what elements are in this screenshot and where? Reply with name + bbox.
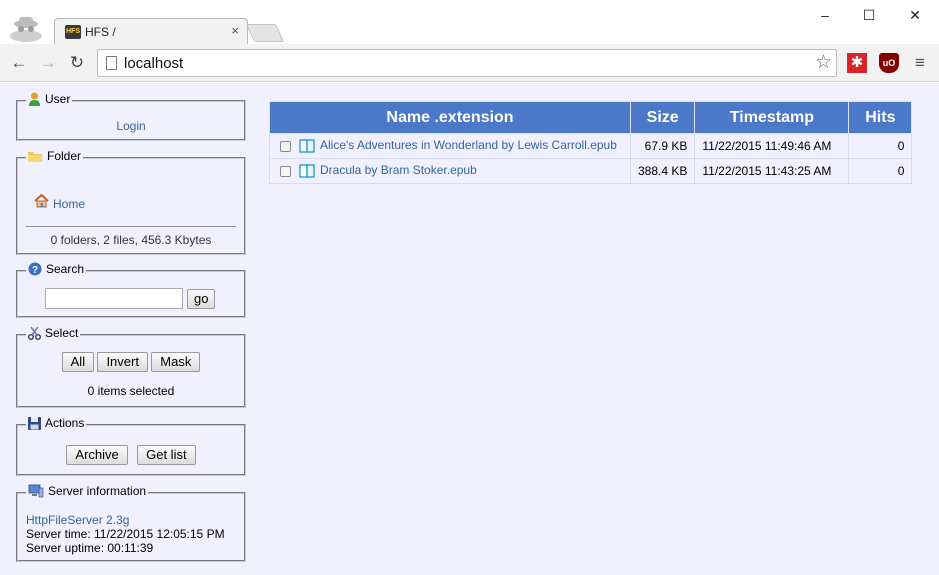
reload-icon[interactable]: ↻ bbox=[66, 52, 88, 74]
server-info-legend-label: Server information bbox=[48, 484, 147, 498]
folder-icon bbox=[28, 151, 43, 162]
table-row: Dracula by Bram Stoker.epub 388.4 KB 11/… bbox=[269, 158, 913, 184]
actions-panel: Actions Archive Get list bbox=[16, 416, 246, 476]
incognito-icon bbox=[10, 17, 42, 42]
server-info-legend: Server information bbox=[26, 484, 149, 498]
forward-arrow-icon[interactable]: → bbox=[37, 52, 59, 74]
get-list-button[interactable]: Get list bbox=[137, 445, 196, 465]
hfs-favicon-icon: HFS bbox=[65, 25, 81, 39]
hits-column-header[interactable]: Hits bbox=[848, 101, 913, 134]
timestamp-column-header[interactable]: Timestamp bbox=[694, 101, 850, 134]
browser-titlebar: HFS HFS / × – ☐ ✕ bbox=[0, 0, 939, 44]
ublock-extension-icon[interactable]: uO bbox=[879, 53, 899, 73]
file-link[interactable]: Alice's Adventures in Wonderland by Lewi… bbox=[320, 138, 617, 152]
book-icon bbox=[299, 139, 315, 153]
home-link[interactable]: Home bbox=[53, 197, 85, 211]
browser-menu-icon[interactable]: ≡ bbox=[912, 53, 928, 73]
select-legend: Select bbox=[26, 326, 81, 340]
close-window-button[interactable]: ✕ bbox=[892, 4, 938, 26]
address-bar[interactable]: ☆ bbox=[97, 49, 837, 77]
folder-legend-label: Folder bbox=[47, 149, 82, 163]
svg-text:?: ? bbox=[32, 265, 38, 276]
file-hits-cell: 0 bbox=[848, 158, 913, 184]
back-arrow-icon[interactable]: ← bbox=[8, 52, 30, 74]
server-uptime: Server uptime: 00:11:39 bbox=[26, 541, 154, 555]
actions-legend: Actions bbox=[26, 416, 87, 430]
name-column-header[interactable]: Name .extension bbox=[269, 101, 631, 134]
maximize-button[interactable]: ☐ bbox=[846, 4, 892, 26]
computer-icon bbox=[28, 484, 44, 498]
invert-selection-button[interactable]: Invert bbox=[97, 352, 148, 372]
home-icon bbox=[34, 194, 49, 208]
help-icon: ? bbox=[28, 262, 42, 276]
server-time: Server time: 11/22/2015 12:05:15 PM bbox=[26, 527, 225, 541]
archive-button[interactable]: Archive bbox=[66, 445, 128, 465]
lastpass-extension-icon[interactable]: ✱ bbox=[847, 53, 867, 73]
user-legend-label: User bbox=[45, 92, 71, 106]
bookmark-star-icon[interactable]: ☆ bbox=[815, 52, 832, 74]
new-tab-button[interactable] bbox=[245, 24, 285, 42]
folder-legend: Folder bbox=[26, 149, 84, 163]
size-column-header[interactable]: Size bbox=[629, 101, 696, 134]
book-icon bbox=[299, 164, 315, 178]
home-item[interactable]: Home bbox=[34, 191, 85, 211]
page-icon bbox=[106, 56, 117, 70]
table-row: Alice's Adventures in Wonderland by Lewi… bbox=[269, 133, 913, 159]
hfs-version-link[interactable]: HttpFileServer 2.3g bbox=[26, 513, 129, 527]
mask-button[interactable]: Mask bbox=[151, 352, 201, 372]
search-legend: ? Search bbox=[26, 262, 87, 276]
file-timestamp-cell: 11/22/2015 11:43:25 AM bbox=[694, 158, 850, 184]
table-header-row: Name .extension Size Timestamp Hits bbox=[269, 101, 913, 134]
floppy-disk-icon bbox=[28, 416, 41, 430]
scissors-icon bbox=[28, 326, 41, 340]
file-size-cell: 67.9 KB bbox=[629, 133, 696, 159]
select-panel: Select All Invert Mask 0 items selected bbox=[16, 326, 246, 408]
actions-legend-label: Actions bbox=[45, 416, 85, 430]
row-checkbox[interactable] bbox=[280, 165, 291, 177]
file-link[interactable]: Dracula by Bram Stoker.epub bbox=[320, 163, 477, 177]
file-name-cell: Alice's Adventures in Wonderland by Lewi… bbox=[269, 133, 631, 159]
file-hits-cell: 0 bbox=[848, 133, 913, 159]
folder-divider bbox=[26, 226, 236, 227]
file-table: Name .extension Size Timestamp Hits Alic… bbox=[269, 101, 913, 184]
browser-tab[interactable]: HFS HFS / × bbox=[54, 18, 248, 44]
selection-status: 0 items selected bbox=[87, 384, 175, 398]
tab-close-icon[interactable]: × bbox=[231, 23, 239, 38]
select-all-button[interactable]: All bbox=[61, 352, 95, 372]
user-legend: User bbox=[26, 92, 73, 106]
file-timestamp-cell: 11/22/2015 11:49:46 AM bbox=[694, 133, 850, 159]
folder-panel: Folder Home 0 folders, 2 files, 456.3 Kb… bbox=[16, 149, 246, 255]
select-legend-label: Select bbox=[45, 326, 79, 340]
search-legend-label: Search bbox=[46, 262, 85, 276]
server-info-panel: Server information HttpFileServer 2.3g S… bbox=[16, 484, 246, 562]
search-panel: ? Search go bbox=[16, 262, 246, 318]
search-go-button[interactable]: go bbox=[187, 288, 216, 309]
url-input[interactable] bbox=[122, 52, 802, 74]
minimize-button[interactable]: – bbox=[802, 4, 848, 26]
browser-toolbar: ← → ↻ ☆ ✱ uO ≡ bbox=[0, 44, 939, 82]
file-size-cell: 388.4 KB bbox=[629, 158, 696, 184]
search-input[interactable] bbox=[45, 288, 183, 309]
folder-summary: 0 folders, 2 files, 456.3 Kbytes bbox=[50, 233, 212, 247]
login-link[interactable]: Login bbox=[116, 119, 145, 133]
user-icon bbox=[29, 92, 40, 106]
tab-title: HFS / bbox=[85, 25, 116, 39]
row-checkbox[interactable] bbox=[280, 140, 291, 152]
file-name-cell: Dracula by Bram Stoker.epub bbox=[269, 158, 631, 184]
user-panel: User Login bbox=[16, 92, 246, 141]
